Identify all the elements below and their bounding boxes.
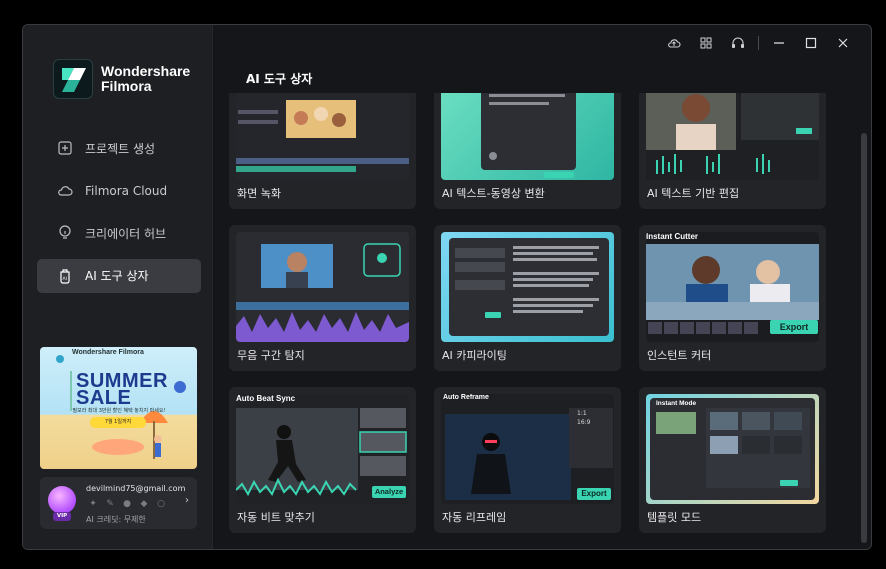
account-panel[interactable]: VIP devilmind75@gmail.com ✦ ✎ ● ◆ ○ AI 크… bbox=[40, 477, 197, 529]
filmora-logo-icon bbox=[53, 59, 93, 99]
tool-card-label: 인스턴트 커터 bbox=[647, 349, 712, 362]
tool-card-label: 화면 녹화 bbox=[237, 187, 281, 200]
tool-card-silence-detection[interactable]: 무음 구간 탐지 bbox=[229, 225, 416, 371]
promo-title: SUMMER SALE bbox=[76, 371, 168, 409]
promo-title-line2: SALE bbox=[76, 387, 132, 409]
sidebar-item-creator-hub[interactable]: 크리에이터 허브 bbox=[37, 216, 201, 250]
mic-icon: ● bbox=[123, 499, 131, 509]
plus-square-icon bbox=[57, 140, 73, 156]
analyze-button: Analyze bbox=[372, 486, 406, 498]
sidebar-item-filmora-cloud[interactable]: Filmora Cloud bbox=[37, 174, 201, 208]
tool-thumbnail bbox=[441, 232, 614, 342]
sidebar: Wondershare Filmora 프로젝트 생성 Filmora Clou… bbox=[23, 25, 213, 549]
sparkle-icon: ✦ bbox=[89, 499, 97, 509]
brush-icon: ✎ bbox=[106, 499, 114, 509]
tool-card-text-to-video[interactable]: AI 텍스트-동영상 변환 bbox=[434, 93, 621, 209]
tool-card-label: AI 카피라이팅 bbox=[442, 349, 507, 362]
tool-overlay-title: Auto Reframe bbox=[443, 394, 489, 401]
ratio-option-16-9: 16:9 bbox=[577, 419, 591, 426]
sidebar-item-label: Filmora Cloud bbox=[85, 183, 168, 198]
cloud-upload-icon[interactable] bbox=[658, 35, 690, 51]
export-button: Export bbox=[577, 488, 611, 500]
apps-grid-icon[interactable] bbox=[690, 35, 722, 51]
headset-support-icon[interactable] bbox=[722, 35, 754, 51]
tool-card-screen-recorder[interactable]: 화면 녹화 bbox=[229, 93, 416, 209]
sidebar-item-ai-toolbox[interactable]: AI AI 도구 상자 bbox=[37, 258, 201, 293]
tool-thumbnail: Instant Cutter Export bbox=[646, 232, 819, 342]
tool-card-label: 무음 구간 탐지 bbox=[237, 349, 305, 362]
tag-icon: ◆ bbox=[140, 499, 148, 509]
lightbulb-icon bbox=[57, 225, 73, 241]
app-window: Wondershare Filmora 프로젝트 생성 Filmora Clou… bbox=[22, 24, 872, 550]
tool-overlay-title: Instant Mode bbox=[656, 400, 697, 407]
vip-badge: VIP bbox=[53, 512, 71, 521]
tool-thumbnail bbox=[441, 93, 614, 180]
chevron-right-icon[interactable]: › bbox=[185, 495, 189, 506]
tool-card-label: 자동 비트 맞추기 bbox=[237, 511, 315, 524]
tool-thumbnail: Auto Beat Sync Analyze bbox=[236, 394, 409, 504]
tool-card-label: AI 텍스트 기반 편집 bbox=[647, 187, 740, 200]
sidebar-item-label: AI 도구 상자 bbox=[85, 269, 149, 283]
circle-icon: ○ bbox=[157, 499, 165, 509]
tool-card-auto-beat-sync[interactable]: Auto Beat Sync Analyze 자동 비트 맞추기 bbox=[229, 387, 416, 533]
cloud-icon bbox=[57, 183, 73, 199]
account-email: devilmind75@gmail.com bbox=[86, 484, 186, 493]
avatar[interactable] bbox=[48, 486, 76, 514]
tool-card-label: AI 텍스트-동영상 변환 bbox=[442, 187, 545, 200]
close-icon[interactable] bbox=[827, 35, 859, 51]
tool-thumbnail bbox=[646, 93, 819, 180]
export-button: Export bbox=[770, 320, 818, 334]
tool-card-instant-cutter[interactable]: Instant Cutter Export 인스턴트 커터 bbox=[639, 225, 826, 371]
sidebar-item-label: 크리에이터 허브 bbox=[85, 226, 167, 241]
ai-credit-text: AI 크레딧: 무제한 bbox=[86, 515, 146, 524]
tool-card-auto-reframe[interactable]: Auto Reframe 1:1 16:9 Export 자동 리프레임 bbox=[434, 387, 621, 533]
brand-line1: Wondershare bbox=[101, 63, 191, 79]
account-feature-icons: ✦ ✎ ● ◆ ○ bbox=[87, 499, 167, 509]
ai-tools-grid: 화면 녹화 AI 텍스트-동영상 변환 AI 텍스트 기반 편집 무음 구간 탐… bbox=[229, 93, 847, 549]
tool-thumbnail: Auto Reframe 1:1 16:9 Export bbox=[441, 394, 614, 504]
minimize-icon[interactable] bbox=[763, 35, 795, 51]
titlebar-divider bbox=[758, 36, 759, 50]
tool-card-ai-copywriting[interactable]: AI 카피라이팅 bbox=[434, 225, 621, 371]
brand-line2: Filmora bbox=[101, 78, 152, 94]
tool-card-label: 템플릿 모드 bbox=[647, 511, 702, 524]
app-logo: Wondershare Filmora bbox=[53, 59, 190, 99]
svg-text:AI: AI bbox=[63, 276, 67, 282]
sidebar-item-create-project[interactable]: 프로젝트 생성 bbox=[37, 131, 201, 165]
tool-card-label: 자동 리프레임 bbox=[442, 511, 507, 524]
promo-brand: Wondershare Filmora bbox=[72, 349, 144, 356]
tool-overlay-title: Instant Cutter bbox=[646, 232, 698, 241]
vertical-scrollbar[interactable] bbox=[861, 133, 867, 543]
sidebar-nav: 프로젝트 생성 Filmora Cloud 크리에이터 허브 AI AI 도구 … bbox=[37, 131, 201, 301]
ai-toolbox-icon: AI bbox=[57, 268, 73, 284]
promo-button[interactable]: 7월 1일까지 bbox=[90, 417, 146, 428]
tool-thumbnail: Instant Mode bbox=[646, 394, 819, 504]
title-bar-controls bbox=[658, 35, 859, 51]
tool-overlay-title: Auto Beat Sync bbox=[236, 394, 296, 403]
maximize-icon[interactable] bbox=[795, 35, 827, 51]
promo-subtitle: 필모라 최대 3만원 할인 혜택 놓치지 마세요! bbox=[72, 408, 166, 414]
tool-thumbnail bbox=[236, 232, 409, 342]
summer-sale-banner[interactable]: Wondershare Filmora SUMMER SALE 필모라 최대 3… bbox=[40, 347, 197, 469]
tool-card-template-mode[interactable]: Instant Mode 템플릿 모드 bbox=[639, 387, 826, 533]
tool-card-text-based-editing[interactable]: AI 텍스트 기반 편집 bbox=[639, 93, 826, 209]
ratio-option-1-1: 1:1 bbox=[577, 410, 587, 417]
page-title: AI 도구 상자 bbox=[246, 72, 313, 86]
sidebar-item-label: 프로젝트 생성 bbox=[85, 141, 156, 156]
tool-thumbnail bbox=[236, 93, 409, 180]
